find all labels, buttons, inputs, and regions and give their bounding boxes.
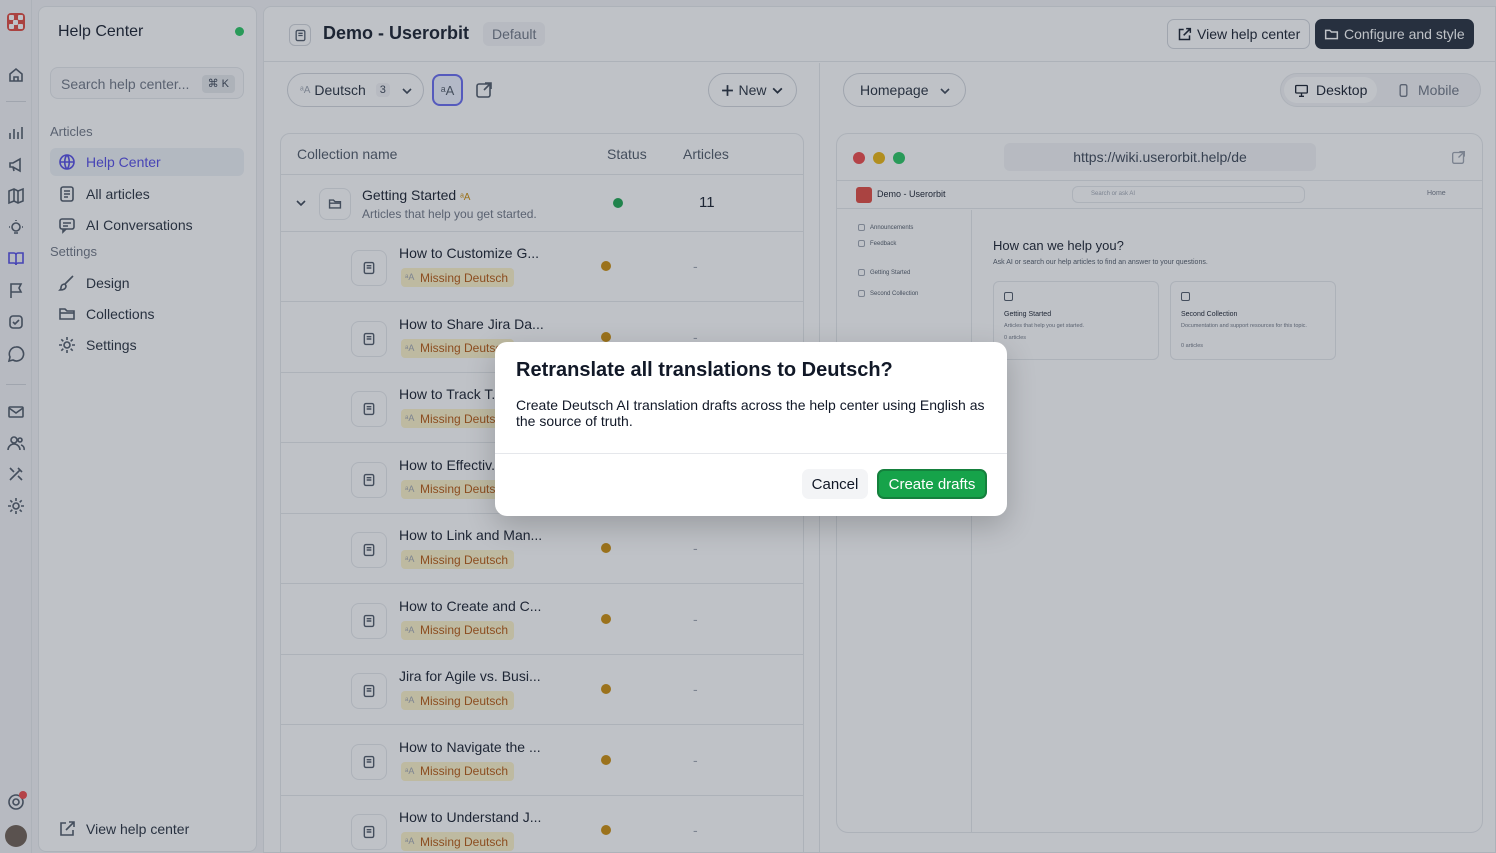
dialog-divider [495,453,1007,454]
cancel-button[interactable]: Cancel [802,469,868,499]
dialog-title: Retranslate all translations to Deutsch? [516,359,893,381]
retranslate-dialog: Retranslate all translations to Deutsch?… [495,342,1007,516]
create-drafts-button[interactable]: Create drafts [877,469,987,499]
dialog-body: Create Deutsch AI translation drafts acr… [516,397,985,429]
